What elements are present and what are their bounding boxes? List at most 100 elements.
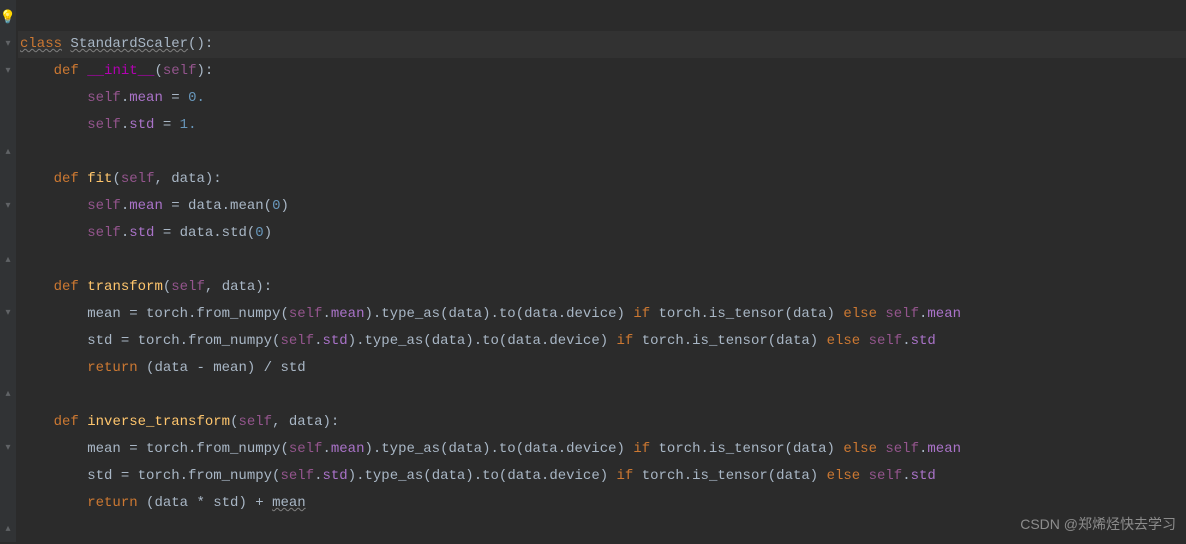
code-token: ).type_as(data).to(data.device)	[364, 441, 633, 457]
code-token: std = torch.from_numpy(	[20, 468, 280, 484]
code-token: mean	[129, 90, 163, 106]
code-line[interactable]: def __init__(self):	[18, 58, 1186, 85]
fold-up-icon[interactable]: ▴	[1, 139, 15, 166]
gutter-blank	[1, 273, 15, 300]
gutter-blank	[1, 408, 15, 435]
code-token: torch.is_tensor(data)	[633, 468, 826, 484]
code-token	[79, 279, 87, 295]
code-token: 1.	[180, 117, 197, 133]
gutter: 💡▾▾▴▾▴▾▴▾▴	[0, 0, 16, 542]
code-token: .	[121, 117, 129, 133]
code-token: else	[843, 441, 877, 457]
code-token: ,	[154, 171, 171, 187]
code-token: ):	[205, 171, 222, 187]
code-token: self	[87, 90, 121, 106]
code-token: if	[617, 468, 634, 484]
code-token: def	[54, 63, 79, 79]
gutter-blank	[1, 112, 15, 139]
gutter-blank	[1, 85, 15, 112]
code-token: std	[322, 468, 347, 484]
fold-up-icon[interactable]: ▴	[1, 381, 15, 408]
code-token	[79, 171, 87, 187]
code-token: self	[885, 441, 919, 457]
code-token: self	[280, 468, 314, 484]
code-token: std	[322, 333, 347, 349]
code-token: if	[633, 306, 650, 322]
code-token: else	[827, 468, 861, 484]
code-token: ).type_as(data).to(data.device)	[348, 468, 617, 484]
code-line[interactable]: mean = torch.from_numpy(self.mean).type_…	[18, 301, 1186, 328]
code-token: (data * std) +	[138, 495, 272, 511]
code-line[interactable]: self.std = data.std(0)	[18, 220, 1186, 247]
code-token: .	[121, 198, 129, 214]
code-line[interactable]	[18, 4, 1186, 31]
code-token: __init__	[87, 63, 154, 79]
code-token: )	[264, 225, 272, 241]
code-token: self	[87, 198, 121, 214]
code-token: std	[911, 333, 936, 349]
code-token: self	[87, 225, 121, 241]
code-token	[20, 225, 87, 241]
code-token: self	[171, 279, 205, 295]
code-line[interactable]: class StandardScaler():	[18, 31, 1186, 58]
code-line[interactable]	[18, 247, 1186, 274]
code-line[interactable]	[18, 139, 1186, 166]
code-token: ):	[196, 63, 213, 79]
fold-up-icon[interactable]: ▴	[1, 246, 15, 273]
code-token: mean = torch.from_numpy(	[20, 306, 289, 322]
code-line[interactable]: return (data - mean) / std	[18, 355, 1186, 382]
gutter-blank	[1, 461, 15, 488]
code-token: = data.mean(	[163, 198, 272, 214]
code-token: data	[289, 414, 323, 430]
code-line[interactable]: self.mean = data.mean(0)	[18, 193, 1186, 220]
code-token: (	[163, 279, 171, 295]
code-token: ).type_as(data).to(data.device)	[348, 333, 617, 349]
gutter-blank	[1, 354, 15, 381]
code-token: 0.	[188, 90, 205, 106]
code-token: .	[121, 90, 129, 106]
code-editor[interactable]: 💡▾▾▴▾▴▾▴▾▴ class StandardScaler(): def _…	[0, 0, 1186, 542]
code-token: mean	[331, 441, 365, 457]
code-token: transform	[87, 279, 163, 295]
gutter-blank	[1, 327, 15, 354]
code-token: data	[171, 171, 205, 187]
gutter-blank	[1, 219, 15, 246]
code-token: self	[121, 171, 155, 187]
code-token: .	[322, 306, 330, 322]
code-token	[79, 63, 87, 79]
fold-down-icon[interactable]: ▾	[1, 192, 15, 219]
code-line[interactable]: self.mean = 0.	[18, 85, 1186, 112]
bulb-icon[interactable]: 💡	[1, 4, 15, 31]
code-line[interactable]: mean = torch.from_numpy(self.mean).type_…	[18, 436, 1186, 463]
code-token: (	[112, 171, 120, 187]
code-line[interactable]: def inverse_transform(self, data):	[18, 409, 1186, 436]
code-token: ):	[255, 279, 272, 295]
code-token: def	[54, 171, 79, 187]
code-token: std	[911, 468, 936, 484]
fold-down-icon[interactable]: ▾	[1, 300, 15, 327]
code-token: ):	[323, 414, 340, 430]
code-line[interactable]: std = torch.from_numpy(self.std).type_as…	[18, 463, 1186, 490]
code-token: =	[154, 117, 179, 133]
fold-up-icon[interactable]: ▴	[1, 515, 15, 542]
code-area[interactable]: class StandardScaler(): def __init__(sel…	[16, 0, 1186, 542]
code-token: fit	[87, 171, 112, 187]
code-line[interactable]: def transform(self, data):	[18, 274, 1186, 301]
code-token: if	[633, 441, 650, 457]
code-token: = data.std(	[154, 225, 255, 241]
code-token	[20, 495, 87, 511]
fold-down-icon[interactable]: ▾	[1, 31, 15, 58]
fold-down-icon[interactable]: ▾	[1, 58, 15, 85]
code-token: self	[238, 414, 272, 430]
code-token: ,	[272, 414, 289, 430]
fold-down-icon[interactable]: ▾	[1, 435, 15, 462]
code-token: torch.is_tensor(data)	[650, 441, 843, 457]
code-line[interactable]: def fit(self, data):	[18, 166, 1186, 193]
code-token: mean = torch.from_numpy(	[20, 441, 289, 457]
code-line[interactable]: std = torch.from_numpy(self.std).type_as…	[18, 328, 1186, 355]
code-line[interactable]	[18, 382, 1186, 409]
code-line[interactable]: self.std = 1.	[18, 112, 1186, 139]
code-token: class	[20, 36, 62, 52]
code-line[interactable]: return (data * std) + mean	[18, 490, 1186, 517]
code-line[interactable]	[18, 517, 1186, 544]
